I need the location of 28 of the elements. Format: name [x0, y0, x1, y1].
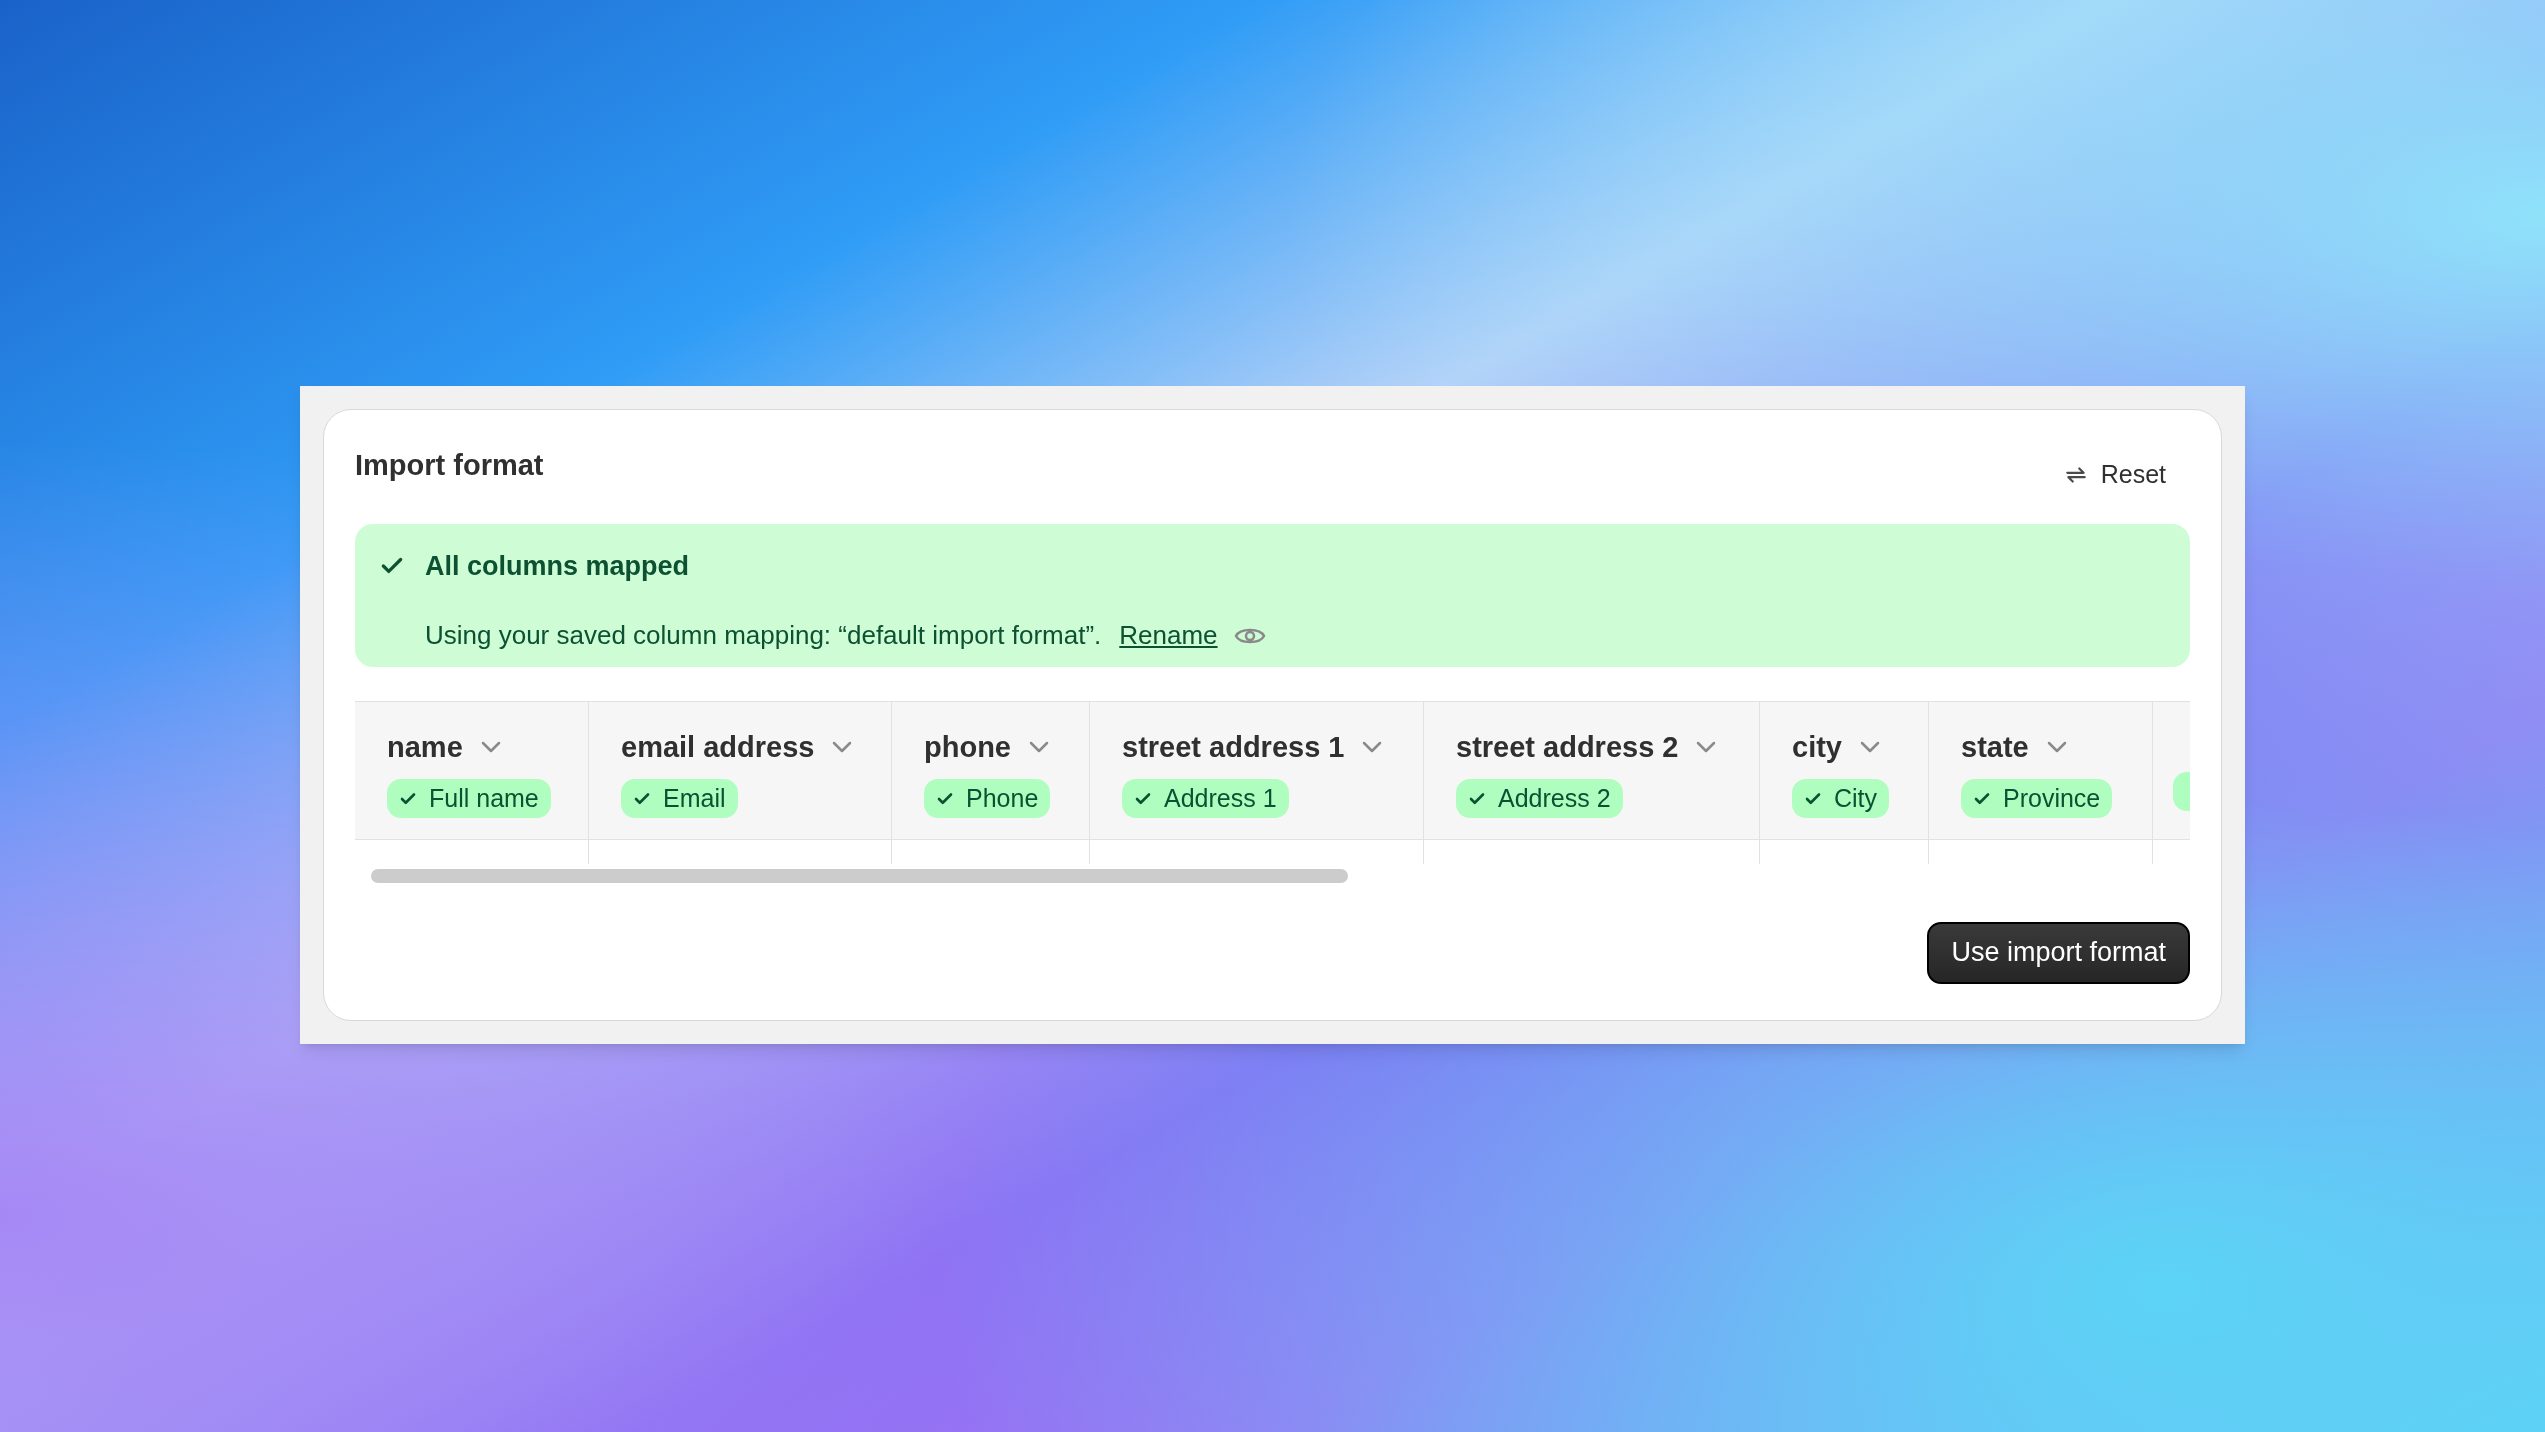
column-dropdown[interactable]: phone — [924, 725, 1049, 769]
column-dropdown[interactable]: name — [387, 725, 501, 769]
chevron-down-icon — [2046, 741, 2067, 754]
banner-message: Using your saved column mapping: “default import format”. — [425, 619, 1102, 652]
rename-link[interactable]: Rename — [1119, 616, 1218, 655]
mapped-field-badge: City — [1792, 779, 1890, 818]
chevron-down-icon — [1860, 741, 1880, 754]
column-dropdown[interactable]: street address 1 — [1122, 725, 1383, 769]
mapped-field-badge: Full name — [387, 779, 551, 818]
banner-title: All columns mapped — [425, 549, 690, 583]
scrollbar-thumb[interactable] — [371, 868, 1348, 883]
chevron-down-icon — [832, 741, 853, 754]
chevron-down-icon — [480, 741, 501, 754]
use-import-format-button[interactable]: Use import format — [1927, 921, 2190, 984]
column-dropdown[interactable]: street address 2 — [1456, 725, 1717, 769]
mapped-field-badge: Email — [621, 779, 738, 818]
chevron-down-icon — [1029, 741, 1049, 754]
mapped-field-badge: Address 1 — [1122, 779, 1289, 818]
column-dropdown[interactable]: state — [1961, 725, 2067, 769]
column-dropdown[interactable]: email address — [621, 725, 853, 769]
chevron-down-icon — [1362, 741, 1383, 754]
panel-title: Import format — [355, 448, 544, 483]
mapped-field-badge: Address 2 — [1456, 779, 1623, 818]
chevron-down-icon — [1696, 741, 1717, 754]
reset-button[interactable]: Reset — [2050, 452, 2178, 498]
column-dropdown[interactable]: city — [1792, 725, 1880, 769]
mapped-field-badge: Phone — [924, 779, 1051, 818]
mapped-field-badge: Province — [1961, 779, 2113, 818]
